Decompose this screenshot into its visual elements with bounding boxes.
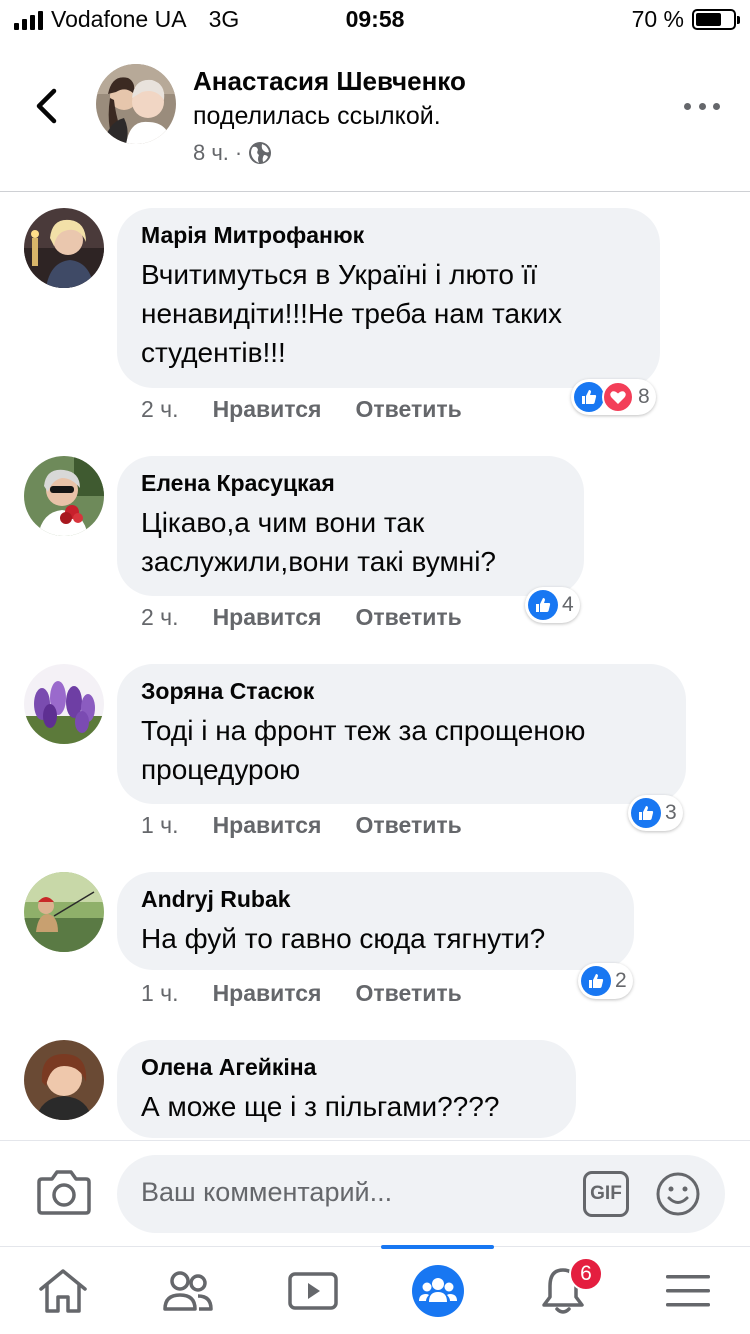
emoji-icon	[656, 1172, 700, 1216]
tab-watch[interactable]	[250, 1247, 375, 1334]
commenter-avatar[interactable]	[24, 664, 104, 744]
commenter-avatar[interactable]	[24, 456, 104, 536]
more-options-button[interactable]	[684, 92, 720, 120]
battery-fill	[696, 13, 722, 26]
author-name[interactable]: Анастасия Шевченко	[193, 66, 466, 97]
groups-icon	[411, 1265, 464, 1317]
post-meta: 8 ч. ·	[193, 140, 272, 166]
comment-time: 1 ч.	[141, 812, 179, 838]
commenter-avatar[interactable]	[24, 1040, 104, 1120]
comment-text: Тоді і на фронт теж за спрощеною процеду…	[141, 715, 586, 785]
comment-actions: 2 ч. Нравится Ответить	[141, 396, 462, 423]
reaction-count: 4	[562, 593, 574, 616]
reply-button[interactable]: Ответить	[355, 812, 461, 839]
meta-separator: ·	[234, 140, 243, 165]
reply-button[interactable]: Ответить	[355, 396, 461, 423]
like-button[interactable]: Нравится	[213, 396, 322, 423]
comment-author[interactable]: Andryj Rubak	[141, 886, 610, 913]
reply-button[interactable]: Ответить	[355, 980, 461, 1007]
back-button[interactable]	[28, 84, 64, 128]
comment-input[interactable]: Ваш комментарий... GIF	[117, 1155, 725, 1233]
chevron-left-icon	[36, 88, 57, 124]
post-time[interactable]: 8 ч.	[193, 140, 229, 166]
reply-button[interactable]: Ответить	[355, 604, 461, 631]
reaction-summary[interactable]: 4	[525, 587, 580, 623]
tab-menu[interactable]	[625, 1247, 750, 1334]
camera-button[interactable]	[36, 1167, 92, 1217]
like-reaction-icon	[631, 798, 661, 828]
comment-time: 2 ч.	[141, 604, 179, 630]
battery-percent: 70 %	[631, 6, 684, 32]
watch-icon	[287, 1272, 338, 1310]
comment-bubble[interactable]: Марія Митрофанюк Вчитимуться в Україні і…	[117, 208, 660, 388]
gif-button[interactable]: GIF	[583, 1171, 629, 1217]
comment-time: 2 ч.	[141, 396, 179, 422]
more-horizontal-icon	[684, 102, 691, 110]
comment-bubble[interactable]: Andryj Rubak На фуй то гавно сюда тягнут…	[117, 872, 634, 970]
comment-bubble[interactable]: Елена Красуцкая Цікаво,а чим вони так за…	[117, 456, 584, 596]
like-reaction-icon	[574, 382, 604, 412]
comment-actions: 1 ч. Нравится Ответить	[141, 812, 462, 839]
menu-icon	[665, 1275, 710, 1307]
notifications-badge: 6	[569, 1257, 603, 1291]
status-bar: Vodafone UA 3G 09:58 70 %	[0, 0, 750, 40]
like-button[interactable]: Нравится	[213, 980, 322, 1007]
comment-text: На фуй то гавно сюда тягнути?	[141, 923, 546, 954]
comment-author[interactable]: Елена Красуцкая	[141, 470, 560, 497]
commenter-avatar[interactable]	[24, 872, 104, 952]
comment-actions: 2 ч. Нравится Ответить	[141, 604, 462, 631]
like-button[interactable]: Нравится	[213, 812, 322, 839]
friends-icon	[162, 1271, 213, 1311]
post-action-text: поделилась ссылкой.	[193, 102, 441, 130]
comment-text: Цікаво,а чим вони так заслужили,вони так…	[141, 507, 496, 577]
reaction-count: 8	[638, 385, 650, 408]
comment-author[interactable]: Олена Агейкіна	[141, 1054, 552, 1081]
comment-text: Вчитимуться в Україні і люто її ненавиді…	[141, 259, 562, 368]
battery-icon	[692, 9, 740, 30]
reaction-count: 2	[615, 969, 627, 992]
comment-actions: 1 ч. Нравится Ответить	[141, 980, 462, 1007]
post-header: Анастасия Шевченко поделилась ссылкой. 8…	[0, 40, 750, 192]
reaction-summary[interactable]: 8	[571, 379, 656, 415]
comment-text: А може ще і з пільгами????	[141, 1091, 500, 1122]
tab-friends[interactable]	[125, 1247, 250, 1334]
tab-notifications[interactable]: 6	[500, 1247, 625, 1334]
emoji-button[interactable]	[655, 1171, 701, 1217]
reaction-summary[interactable]: 2	[578, 963, 633, 999]
comment-author[interactable]: Марія Митрофанюк	[141, 222, 636, 249]
status-right: 70 %	[631, 6, 740, 33]
comment-bubble[interactable]: Олена Агейкіна А може ще і з пільгами???…	[117, 1040, 576, 1138]
love-reaction-icon	[602, 381, 634, 413]
reaction-summary[interactable]: 3	[628, 795, 683, 831]
like-button[interactable]: Нравится	[213, 604, 322, 631]
comment-time: 1 ч.	[141, 980, 179, 1006]
author-avatar[interactable]	[96, 64, 176, 144]
comment-author[interactable]: Зоряна Стасюк	[141, 678, 662, 705]
like-reaction-icon	[581, 966, 611, 996]
bottom-tab-bar: 6	[0, 1245, 750, 1334]
tab-home[interactable]	[0, 1247, 125, 1334]
commenter-avatar[interactable]	[24, 208, 104, 288]
comment-placeholder: Ваш комментарий...	[141, 1177, 393, 1207]
globe-icon	[249, 142, 272, 164]
comment-bubble[interactable]: Зоряна Стасюк Тоді і на фронт теж за спр…	[117, 664, 686, 804]
home-icon	[38, 1269, 87, 1313]
like-reaction-icon	[528, 590, 558, 620]
reaction-count: 3	[665, 801, 677, 824]
comment-input-bar: Ваш комментарий... GIF	[0, 1140, 750, 1246]
comment: Олена Агейкіна А може ще і з пільгами???…	[0, 1024, 750, 1140]
camera-icon	[37, 1170, 91, 1215]
tab-groups[interactable]	[375, 1247, 500, 1334]
